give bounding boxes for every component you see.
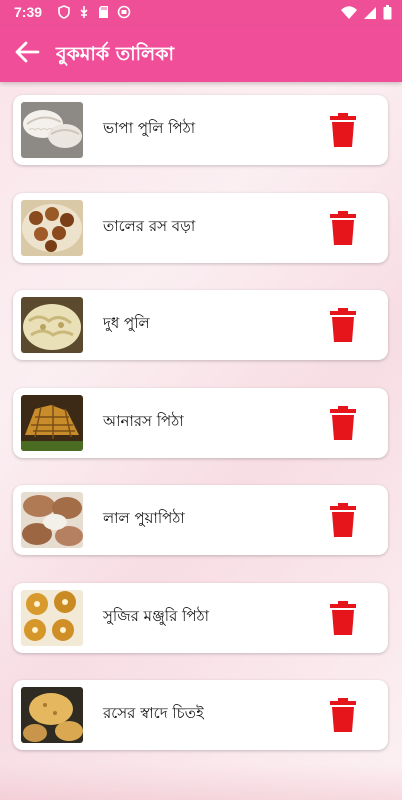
list-item[interactable]: আনারস পিঠা	[13, 388, 388, 458]
food-thumbnail	[21, 590, 83, 646]
list-item[interactable]: লাল পুয়াপিঠা	[13, 485, 388, 555]
wifi-icon	[341, 5, 357, 24]
trash-icon	[329, 211, 357, 249]
delete-button[interactable]	[329, 211, 357, 245]
list-item[interactable]: রসের স্বাদে চিতই	[13, 680, 388, 750]
delete-button[interactable]	[329, 601, 357, 635]
delete-button[interactable]	[329, 698, 357, 732]
trash-icon	[329, 698, 357, 736]
food-thumbnail	[21, 200, 83, 256]
trash-icon	[329, 601, 357, 639]
list-item[interactable]: ভাপা পুলি পিঠা	[13, 95, 388, 165]
list-item[interactable]: সুজির মঞ্জুরি পিঠা	[13, 583, 388, 653]
trash-icon	[329, 113, 357, 151]
food-thumbnail	[21, 297, 83, 353]
delete-button[interactable]	[329, 308, 357, 342]
delete-button[interactable]	[329, 503, 357, 537]
signal-icon	[363, 6, 377, 24]
item-title: ভাপা পুলি পিঠা	[103, 119, 196, 137]
item-title: আনারস পিঠা	[103, 412, 184, 430]
sd-card-icon	[98, 5, 109, 23]
food-thumbnail	[21, 395, 83, 451]
food-thumbnail	[21, 492, 83, 548]
delete-button[interactable]	[329, 406, 357, 440]
usb-icon	[78, 5, 90, 23]
trash-icon	[329, 406, 357, 444]
status-bar: 7:39	[0, 0, 402, 26]
item-title: রসের স্বাদে চিতই	[103, 704, 204, 722]
item-title: তালের রস বড়া	[103, 217, 196, 235]
shield-icon	[58, 5, 70, 23]
back-button[interactable]	[10, 38, 44, 70]
food-thumbnail	[21, 687, 83, 743]
item-title: সুজির মঞ্জুরি পিঠা	[103, 607, 209, 625]
delete-button[interactable]	[329, 113, 357, 147]
app-bar: বুকমার্ক তালিকা	[0, 26, 402, 82]
status-time: 7:39	[14, 4, 43, 20]
item-title: লাল পুয়াপিঠা	[103, 509, 185, 527]
food-thumbnail	[21, 102, 83, 158]
trash-icon	[329, 503, 357, 541]
bottom-fade	[0, 764, 402, 800]
trash-icon	[329, 308, 357, 346]
list-item[interactable]: তালের রস বড়া	[13, 193, 388, 263]
battery-icon	[383, 5, 392, 24]
list-item[interactable]: দুধ পুলি	[13, 290, 388, 360]
page-title: বুকমার্ক তালিকা	[56, 43, 174, 65]
item-title: দুধ পুলি	[103, 314, 150, 332]
arrow-left-icon	[14, 41, 40, 67]
record-icon	[117, 5, 131, 23]
